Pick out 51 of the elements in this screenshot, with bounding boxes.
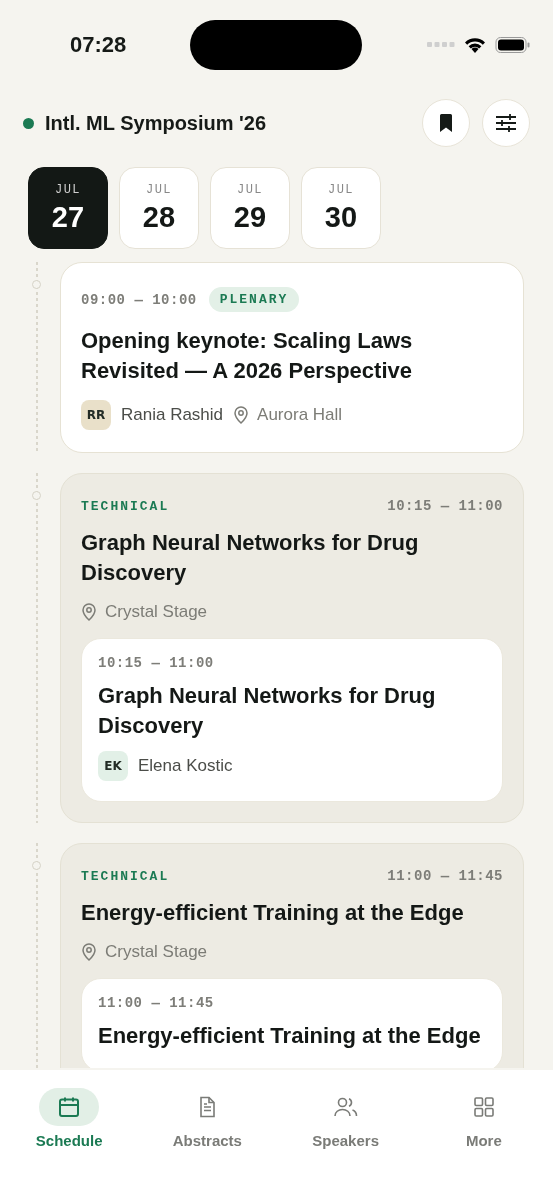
nav-tab[interactable]: More [428,1088,539,1200]
session-type-badge: PLENARY [208,287,300,312]
talk-title: Graph Neural Networks for Drug Discovery [98,682,437,740]
sliders-icon [495,113,517,133]
conference-title: Intl. ML Symposium '26 [45,111,267,135]
room-name: Aurora Hall [257,405,343,425]
session-title: Graph Neural Networks for Drug Discovery [81,529,420,587]
speaker-initials-avatar: EK [98,751,128,781]
room-name: Crystal Stage [105,942,208,962]
date-tab[interactable]: JUL 30 [301,167,381,249]
talk-card[interactable]: 11:00 — 11:45 Energy-efficient Training at the Edge [81,978,503,1068]
people-icon [332,1095,359,1119]
date-tab[interactable]: JUL 27 [28,167,108,249]
date-tab[interactable]: JUL 29 [210,167,290,249]
talk-title: Energy-efficient Training at the Edge [98,1022,482,1050]
filter-button[interactable] [482,99,530,147]
session-title: Opening keynote: Scaling Laws Revisited — A 2026 Perspective [81,327,414,385]
room-name: Crystal Stage [105,602,208,622]
battery-icon [495,36,531,54]
nav-tab[interactable]: Speakers [290,1088,401,1200]
bookmark-button[interactable] [422,99,470,147]
nav-tab[interactable]: Schedule [14,1088,125,1200]
speaker-name: Elena Kostic [138,756,233,776]
session-card[interactable]: TECHNICAL 11:00 — 11:45 Energy-efficient Training at the Edge Crystal Stage 11:00 — 11:45 Energy-efficient Training at the Edge [60,843,524,1068]
location-pin-icon [81,943,97,961]
session-time: 09:00 — 10:00 [81,291,197,308]
speaker-name: Rania Rashid [121,405,224,425]
talk-time: 11:00 — 11:45 [98,995,215,1011]
nav-tab[interactable]: Abstracts [152,1088,263,1200]
wifi-icon [463,36,487,54]
session-time: 10:15 — 11:00 [387,498,503,514]
timeline-dot [32,280,41,289]
grid-icon [471,1095,496,1119]
session-title: Energy-efficient Training at the Edge [81,899,465,927]
session-type-label: TECHNICAL [81,498,170,514]
timeline-dot [32,491,41,500]
speaker-initials-avatar: RR [81,400,111,430]
talk-card[interactable]: 10:15 — 11:00 Graph Neural Networks for Drug Discovery EK Elena Kostic [81,638,503,802]
session-type-label: TECHNICAL [81,868,170,884]
bookmark-icon [438,113,454,133]
status-time: 07:28 [70,32,128,58]
session-card[interactable]: 09:00 — 10:00 PLENARY Opening keynote: Scaling Laws Revisited — A 2026 Perspective RR Rania Rashid Aurora Hall [60,262,524,453]
session-time: 11:00 — 11:45 [387,868,503,884]
signal-icon [427,42,455,48]
session-card[interactable]: TECHNICAL 10:15 — 11:00 Graph Neural Networks for Drug Discovery Crystal Stage 10:15 — 11:00 Graph Neural Networks for Drug Discovery EK Elena Kostic [60,473,524,823]
calendar-icon [57,1095,82,1119]
date-tab[interactable]: JUL 28 [119,167,199,249]
location-pin-icon [233,406,250,424]
timeline-dot [32,861,41,870]
talk-time: 10:15 — 11:00 [98,655,215,671]
location-pin-icon [81,603,97,621]
